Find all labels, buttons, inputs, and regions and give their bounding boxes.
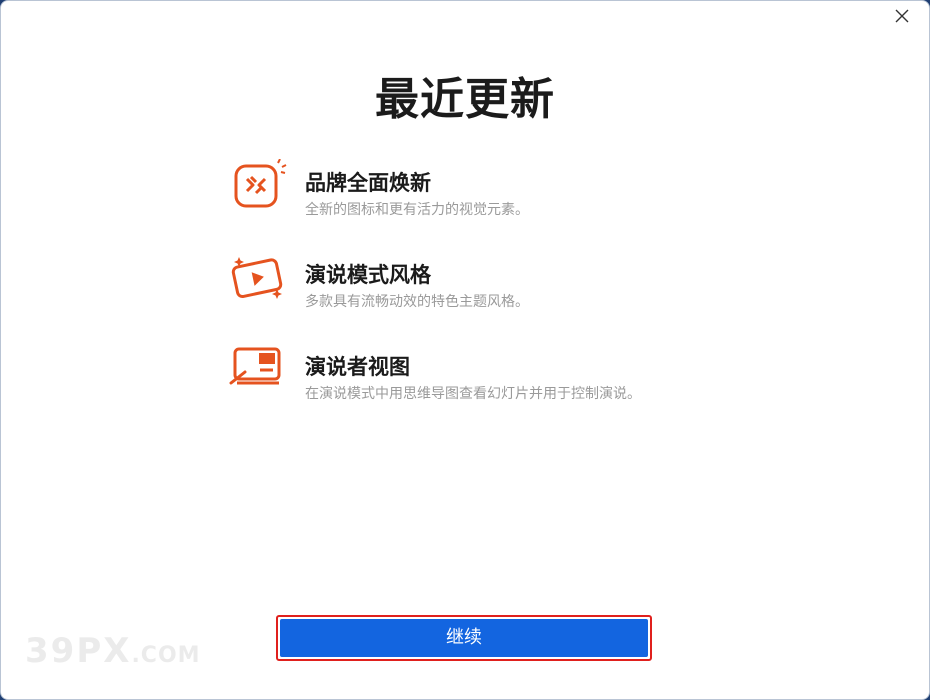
watermark: 39PX.COM [25, 631, 201, 671]
watermark-main: 39PX [25, 631, 132, 671]
presenter-view-icon [229, 343, 287, 397]
feature-item-presentation-style: 演说模式风格 多款具有流畅动效的特色主题风格。 [229, 251, 749, 343]
feature-item-brand: 品牌全面焕新 全新的图标和更有活力的视觉元素。 [229, 158, 749, 251]
presentation-play-icon [229, 251, 287, 305]
continue-button[interactable]: 继续 [280, 619, 648, 657]
feature-title: 演说者视图 [305, 355, 410, 379]
feature-title: 演说模式风格 [305, 263, 431, 287]
close-button[interactable] [891, 5, 913, 27]
close-icon[interactable] [891, 5, 913, 27]
feature-description: 在演说模式中用思维导图查看幻灯片并用于控制演说。 [305, 386, 641, 402]
watermark-suffix: .COM [131, 643, 201, 668]
feature-description: 全新的图标和更有活力的视觉元素。 [305, 202, 529, 218]
feature-title: 品牌全面焕新 [305, 171, 431, 195]
dialog-title: 最近更新 [375, 74, 555, 125]
brand-refresh-icon [229, 158, 287, 213]
feature-description: 多款具有流畅动效的特色主题风格。 [305, 294, 529, 310]
whats-new-dialog: 最近更新 品牌全面焕新 全新的图标和更有活力的视觉元素。 演说模式风格 多款具有… [0, 0, 930, 700]
continue-button-highlight: 继续 [276, 615, 652, 661]
feature-list: 品牌全面焕新 全新的图标和更有活力的视觉元素。 演说模式风格 多款具有流畅动效的… [229, 158, 749, 435]
feature-item-presenter-view: 演说者视图 在演说模式中用思维导图查看幻灯片并用于控制演说。 [229, 343, 749, 435]
